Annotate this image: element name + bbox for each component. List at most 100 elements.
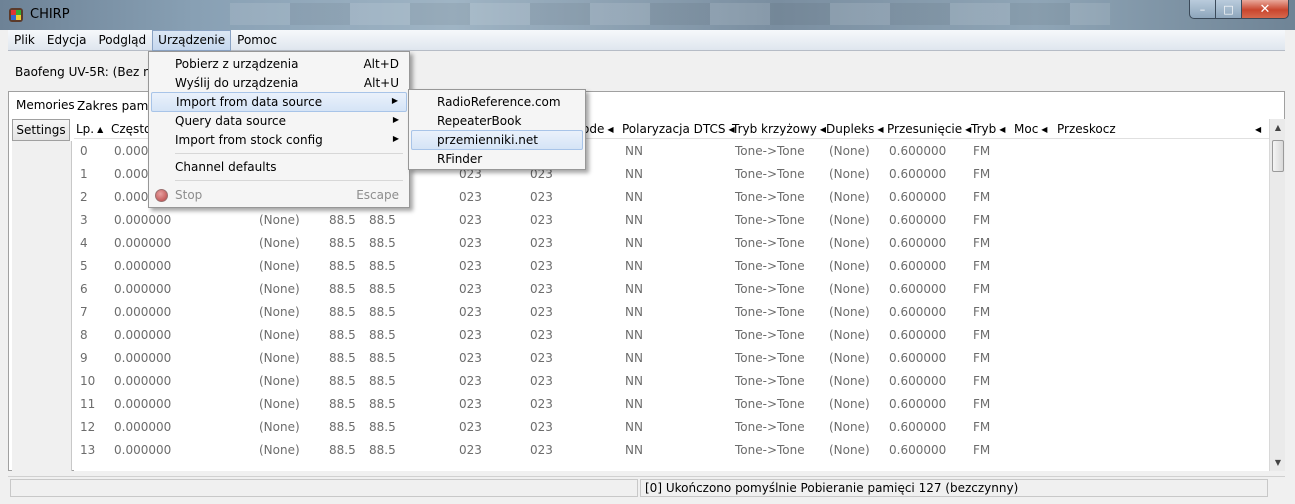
menu-item-query-data-source[interactable]: Query data source ▶ <box>151 112 407 131</box>
col-header-offset[interactable]: Przesunięcie ◀ <box>887 122 971 136</box>
table-cell: 88.5 <box>369 282 396 296</box>
table-cell: 0.600000 <box>889 167 947 181</box>
menu-edit[interactable]: Edycja <box>41 30 93 51</box>
table-cell: 88.5 <box>369 443 396 457</box>
table-cell: NN <box>625 420 643 434</box>
table-cell: Tone->Tone <box>735 305 805 319</box>
menu-item-channel-defaults[interactable]: Channel defaults <box>151 158 407 177</box>
table-cell: (None) <box>259 397 300 411</box>
table-cell: (None) <box>259 443 300 457</box>
scroll-down-icon[interactable]: ▼ <box>1270 454 1286 471</box>
title-bar[interactable]: CHIRP – □ ✕ <box>0 0 1295 30</box>
submenu-item-repeaterbook[interactable]: RepeaterBook <box>411 112 583 131</box>
table-cell: 0.000000 <box>114 374 172 388</box>
table-cell: 023 <box>459 420 482 434</box>
scroll-thumb[interactable] <box>1272 140 1284 172</box>
menu-item-import-stock-config[interactable]: Import from stock config ▶ <box>151 131 407 150</box>
table-cell: 4 <box>80 236 88 250</box>
window-controls: – □ ✕ <box>1189 0 1289 20</box>
submenu-item-radioreference[interactable]: RadioReference.com <box>411 93 583 112</box>
table-cell: 9 <box>80 351 88 365</box>
table-row[interactable]: 6 0.000000 (None) 88.5 88.5 023 023 NN Tone->Ton… <box>74 278 1269 301</box>
tab-settings[interactable]: Settings <box>12 119 70 141</box>
table-cell: 023 <box>530 213 553 227</box>
menu-bar: Plik Edycja Podgląd Urządzenie Pomoc <box>8 30 1285 51</box>
menu-device[interactable]: Urządzenie <box>152 30 232 51</box>
tab-memories[interactable]: Memories <box>10 94 81 116</box>
close-button[interactable]: ✕ <box>1242 0 1289 19</box>
table-cell: 88.5 <box>369 351 396 365</box>
table-row[interactable]: 7 0.000000 (None) 88.5 88.5 023 023 NN Tone->Ton… <box>74 301 1269 324</box>
table-row[interactable]: 8 0.000000 (None) 88.5 88.5 023 023 NN Tone->Ton… <box>74 324 1269 347</box>
table-cell: 023 <box>459 236 482 250</box>
col-arrow-icon: ◀ <box>877 125 884 134</box>
table-cell: 10 <box>80 374 96 388</box>
table-cell: 023 <box>459 305 482 319</box>
col-arrow-icon[interactable]: ◀ <box>1252 122 1261 136</box>
table-cell: 88.5 <box>329 305 356 319</box>
menu-view[interactable]: Podgląd <box>92 30 152 51</box>
table-cell: 88.5 <box>369 236 396 250</box>
table-cell: 8 <box>80 328 88 342</box>
table-cell: 5 <box>80 259 88 273</box>
table-cell: 88.5 <box>329 236 356 250</box>
table-cell: NN <box>625 167 643 181</box>
submenu-item-przemienniki[interactable]: przemienniki.net <box>411 130 583 150</box>
table-cell: Tone->Tone <box>735 236 805 250</box>
menu-item-upload[interactable]: Wyślij do urządzenia Alt+U <box>151 74 407 93</box>
col-header-power[interactable]: Moc ◀ <box>1014 122 1047 136</box>
table-cell: (None) <box>259 282 300 296</box>
table-cell: (None) <box>259 305 300 319</box>
submenu-item-rfinder[interactable]: RFinder <box>411 150 583 169</box>
table-row[interactable]: 3 0.000000 (None) 88.5 88.5 023 023 NN Tone->Ton… <box>74 209 1269 232</box>
table-cell: (None) <box>829 351 870 365</box>
table-cell: FM <box>973 213 991 227</box>
menu-help[interactable]: Pomoc <box>231 30 283 51</box>
table-row[interactable]: 4 0.000000 (None) 88.5 88.5 023 023 NN Tone->Ton… <box>74 232 1269 255</box>
col-header-dtcs-code[interactable]: ode ◀ <box>582 122 614 136</box>
table-cell: 88.5 <box>369 374 396 388</box>
table-cell: FM <box>973 374 991 388</box>
table-cell: NN <box>625 351 643 365</box>
table-cell: 2 <box>80 190 88 204</box>
col-header-dtcs-polarity[interactable]: Polaryzacja DTCS ◀ <box>622 122 735 136</box>
table-cell: FM <box>973 351 991 365</box>
table-cell: NN <box>625 190 643 204</box>
menu-item-import-data-source[interactable]: Import from data source ▶ <box>151 92 407 112</box>
menu-item-download[interactable]: Pobierz z urządzenia Alt+D <box>151 55 407 74</box>
col-header-duplex[interactable]: Dupleks ◀ <box>826 122 884 136</box>
table-cell: (None) <box>829 328 870 342</box>
table-cell: (None) <box>829 420 870 434</box>
table-cell: 7 <box>80 305 88 319</box>
table-cell: NN <box>625 397 643 411</box>
table-row[interactable]: 5 0.000000 (None) 88.5 88.5 023 023 NN Tone->Ton… <box>74 255 1269 278</box>
table-row[interactable]: 12 0.000000 (None) 88.5 88.5 023 023 NN Tone->To… <box>74 416 1269 439</box>
col-header-skip[interactable]: Przeskocz <box>1057 122 1116 136</box>
table-cell: (None) <box>259 213 300 227</box>
col-arrow-icon: ◀ <box>607 125 614 134</box>
scroll-up-icon[interactable]: ▲ <box>1270 119 1286 136</box>
submenu-arrow-icon: ▶ <box>391 96 398 105</box>
col-header-number[interactable]: Lp. ▲ <box>76 122 103 136</box>
menu-separator <box>175 180 403 181</box>
col-header-mode[interactable]: Tryb ◀ <box>971 122 1005 136</box>
table-cell: FM <box>973 397 991 411</box>
table-cell: 88.5 <box>329 213 356 227</box>
table-cell: 88.5 <box>329 328 356 342</box>
table-row[interactable]: 11 0.000000 (None) 88.5 88.5 023 023 NN Tone->To… <box>74 393 1269 416</box>
col-header-cross-mode[interactable]: Tryb krzyżowy ◀ <box>732 122 826 136</box>
table-cell: Tone->Tone <box>735 374 805 388</box>
status-message: [0] Ukończono pomyślnie Pobieranie pamię… <box>640 479 1268 497</box>
minimize-button[interactable]: – <box>1189 0 1216 19</box>
menu-file[interactable]: Plik <box>8 30 41 51</box>
table-cell: 0.600000 <box>889 328 947 342</box>
table-cell: 88.5 <box>329 259 356 273</box>
table-row[interactable]: 9 0.000000 (None) 88.5 88.5 023 023 NN Tone->Ton… <box>74 347 1269 370</box>
table-cell: NN <box>625 236 643 250</box>
grid-vertical-scrollbar[interactable]: ▲ ▼ <box>1269 119 1285 471</box>
table-row[interactable]: 10 0.000000 (None) 88.5 88.5 023 023 NN Tone->To… <box>74 370 1269 393</box>
maximize-button[interactable]: □ <box>1216 0 1242 19</box>
table-cell: 023 <box>530 374 553 388</box>
table-cell: 0.600000 <box>889 305 947 319</box>
table-row[interactable]: 13 0.000000 (None) 88.5 88.5 023 023 NN Tone->To… <box>74 439 1269 462</box>
